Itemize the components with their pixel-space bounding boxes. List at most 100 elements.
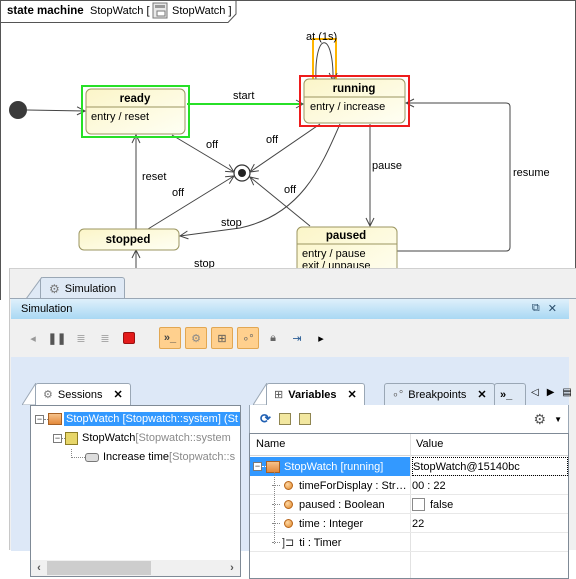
toolbar-more-icon[interactable]: ▸ (311, 328, 331, 348)
tab-navigation: ◁ ▶ ▤ (531, 387, 572, 398)
state-running-name: running (333, 83, 376, 95)
scroll-left-icon[interactable]: ‹ (31, 562, 47, 574)
export-button[interactable]: ⇥ (287, 328, 307, 348)
variables-table: Name Value − StopWatch [running] StopWat… (249, 433, 569, 579)
scroll-right-icon[interactable]: › (224, 562, 240, 574)
table-row[interactable]: time : Integer 22 (250, 514, 568, 533)
state-ready-name: ready (120, 93, 151, 105)
row-name: timeForDisplay : Str… (299, 479, 407, 492)
simulation-titlebar: Simulation ⧉ ✕ (11, 299, 569, 319)
table-row[interactable]: paused : Boolean false (250, 495, 568, 514)
column-value-header[interactable]: Value (416, 438, 443, 450)
row-value[interactable]: 00 : 22 (412, 476, 568, 495)
breakpoints-toggle-button[interactable]: ∘° (237, 327, 259, 349)
collapse-icon[interactable]: − (35, 414, 44, 424)
tab-scroll-left-icon[interactable]: ◁ (531, 387, 539, 398)
gear-icon: ⚙ (49, 281, 60, 296)
step-into-button[interactable]: ≣ (71, 328, 91, 348)
tree-item-label: StopWatch [Stopwatch::system] (St (64, 412, 240, 426)
simulation-toolbar: ◂ ❚❚ ≣ ≣ »_ ⚙ ⊞ ∘° 🔒︎ ⇥ ▸ (11, 319, 569, 357)
tab-slant (253, 383, 267, 405)
step-over-button[interactable]: ≣ (95, 328, 115, 348)
tab-simulation-label: Simulation (64, 282, 117, 295)
variables-toggle-button[interactable]: ⊞ (211, 327, 233, 349)
lock-button[interactable]: 🔒︎ (263, 328, 283, 348)
label-at-1s: at (1s) (306, 31, 337, 43)
table-header: Name Value (250, 434, 568, 456)
terminate-button[interactable] (119, 328, 139, 348)
table-row[interactable]: ]⊐ ti : Timer (250, 533, 568, 552)
row-value: StopWatch@15140bc (412, 457, 568, 476)
stop-icon (123, 332, 135, 344)
remove-watch-icon[interactable] (298, 413, 311, 425)
table-row[interactable]: − StopWatch [running] StopWatch@15140bc (250, 457, 568, 476)
system-icon (48, 413, 62, 425)
frame-name: StopWatch [ (90, 5, 150, 17)
tab-variables-label: Variables (288, 388, 337, 401)
tab-breakpoints[interactable]: ∘° Breakpoints ✕ (384, 383, 495, 405)
simulation-window: ⚙ Simulation Simulation ⧉ ✕ ◂ ❚❚ ≣ ≣ »_ … (9, 268, 576, 579)
tree-item-qualifier: [Stopwatch::system (135, 432, 231, 444)
close-icon[interactable]: ✕ (477, 388, 486, 401)
state-machine-icon (65, 431, 78, 445)
tab-simulation[interactable]: ⚙ Simulation (40, 277, 126, 299)
initial-node[interactable] (9, 101, 27, 119)
property-icon (284, 481, 293, 490)
refresh-icon[interactable]: ⟳ (260, 411, 271, 427)
close-icon[interactable]: ✕ (348, 388, 357, 401)
paused-checkbox[interactable] (412, 498, 425, 511)
column-name-header[interactable]: Name (256, 438, 285, 450)
pause-button[interactable]: ❚❚ (47, 328, 67, 348)
class-icon (152, 2, 168, 19)
tab-variables[interactable]: ⊞ Variables ✕ (266, 383, 365, 405)
scroll-left-icon[interactable]: ◂ (23, 328, 43, 348)
state-running-entry: entry / increase (310, 101, 385, 113)
simulation-frame: Simulation ⧉ ✕ ◂ ❚❚ ≣ ≣ »_ ⚙ ⊞ ∘° 🔒︎ ⇥ ▸ (11, 299, 572, 579)
settings-gear-icon[interactable]: ⚙ (534, 411, 547, 428)
tab-list-icon[interactable]: ▤ (562, 387, 571, 398)
close-icon[interactable]: ✕ (114, 388, 123, 401)
state-ready[interactable]: ready entry / reset (85, 88, 186, 135)
console-toggle-button[interactable]: »_ (159, 327, 181, 349)
tree-item-statemachine[interactable]: − StopWatch [Stopwatch::system (53, 429, 231, 447)
label-stop-running: stop (221, 217, 242, 229)
horizontal-scrollbar[interactable]: ‹ › (31, 560, 240, 576)
state-stopped[interactable]: stopped (78, 228, 180, 251)
close-icon[interactable]: ✕ (548, 302, 557, 315)
state-running[interactable]: running entry / increase (303, 78, 406, 124)
row-name: StopWatch [running] (284, 460, 384, 473)
tab-sessions[interactable]: ⚙ Sessions ✕ (35, 383, 131, 405)
settings-dropdown-icon[interactable]: ▼ (554, 415, 562, 424)
add-watch-icon[interactable] (278, 413, 291, 425)
tree-item-session[interactable]: − StopWatch [Stopwatch::system] (St (35, 410, 240, 428)
diagram-frame (0, 0, 576, 300)
row-value (412, 533, 568, 552)
property-icon (284, 500, 293, 509)
label-off-paused: off (284, 184, 297, 196)
tree-item-activity[interactable]: Increase time [Stopwatch::s (71, 448, 235, 466)
variables-tree-icon: ⊞ (274, 389, 284, 401)
collapse-icon[interactable]: − (253, 462, 262, 471)
table-row[interactable]: timeForDisplay : Str… 00 : 22 (250, 476, 568, 495)
restore-icon[interactable]: ⧉ (532, 302, 540, 315)
state-machine-diagram: state machine StopWatch [ StopWatch ] st… (0, 0, 576, 300)
sessions-tree: − StopWatch [Stopwatch::system] (St − St… (30, 405, 241, 577)
label-off-ready: off (206, 139, 219, 151)
row-value[interactable]: 22 (412, 514, 568, 533)
scroll-thumb[interactable] (47, 561, 151, 575)
port-icon: ]⊐ (282, 537, 295, 549)
state-paused-name: paused (326, 230, 366, 242)
label-off-stopped: off (172, 187, 185, 199)
tree-item-qualifier: [Stopwatch::s (169, 451, 236, 463)
table-row-empty (250, 552, 568, 571)
label-off-running: off (266, 134, 279, 146)
tab-console[interactable]: »_ (494, 383, 526, 405)
sessions-toggle-button[interactable]: ⚙ (185, 327, 207, 349)
tab-scroll-right-icon[interactable]: ▶ (547, 387, 555, 398)
console-icon: »_ (500, 388, 513, 401)
label-resume: resume (513, 167, 550, 179)
label-pause: pause (372, 160, 402, 172)
collapse-icon[interactable]: − (53, 433, 62, 443)
final-node[interactable] (233, 164, 251, 182)
tab-sessions-label: Sessions (57, 388, 103, 401)
